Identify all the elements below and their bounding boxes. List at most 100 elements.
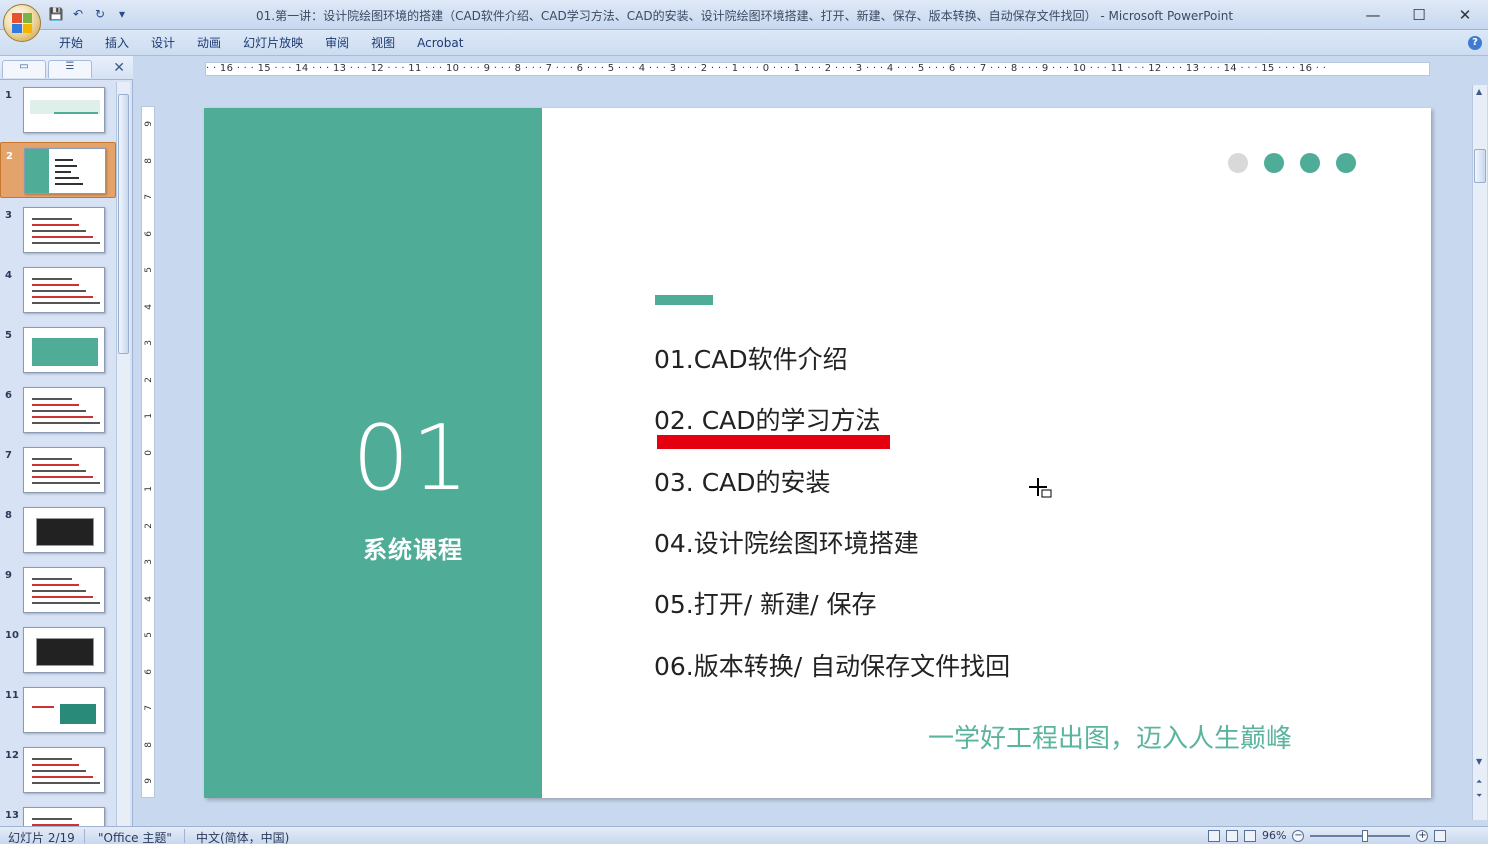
slide-preview xyxy=(23,267,105,313)
previous-slide-icon[interactable]: ⏶ xyxy=(1476,777,1482,787)
ruler-tick-label: 9 xyxy=(144,778,154,784)
close-button[interactable]: ✕ xyxy=(1442,0,1488,30)
ruler-tick-label: 5 xyxy=(144,632,154,638)
minimize-button[interactable]: — xyxy=(1350,0,1396,30)
decorative-dot xyxy=(1264,153,1284,173)
slide-sorter-view-icon[interactable] xyxy=(1226,829,1238,842)
scrollbar-thumb[interactable] xyxy=(1474,149,1486,183)
ribbon-tab[interactable]: 视图 xyxy=(360,35,406,53)
slide-thumbnail[interactable]: 4 xyxy=(0,262,116,318)
slide-preview xyxy=(24,148,106,194)
menu-item-5[interactable]: 05.打开/ 新建/ 保存 xyxy=(654,585,877,621)
scroll-down-icon[interactable]: ▼ xyxy=(1476,757,1482,766)
ruler-tick-label: 6 xyxy=(144,230,154,237)
fit-to-window-icon[interactable] xyxy=(1434,829,1447,842)
slide-thumbnail[interactable]: 3 xyxy=(0,202,116,258)
status-bar: 幻灯片 2/19 "Office 主题" 中文(简体，中国) 96% − + xyxy=(0,826,1488,844)
decorative-dot xyxy=(1300,153,1320,173)
ruler-tick-label: 7 xyxy=(144,705,154,711)
slide-thumbnail[interactable]: 10 xyxy=(0,622,116,678)
menu-item-2[interactable]: 02. CAD的学习方法 xyxy=(654,401,881,437)
ribbon-tab[interactable]: 插入 xyxy=(94,35,140,53)
theme-name[interactable]: "Office 主题" xyxy=(98,829,172,844)
quick-access-toolbar: 💾 ↶ ↻ ▾ xyxy=(48,6,130,22)
zoom-in-icon[interactable]: + xyxy=(1416,829,1429,842)
slide-position: 幻灯片 2/19 xyxy=(8,831,75,844)
slide-number: 7 xyxy=(5,450,12,461)
zoom-slider[interactable] xyxy=(1310,829,1411,842)
next-slide-icon[interactable]: ⏷ xyxy=(1476,791,1482,801)
menu-item-4[interactable]: 04.设计院绘图环境搭建 xyxy=(654,524,919,560)
help-icon[interactable]: ? xyxy=(1468,36,1482,50)
decorative-dot xyxy=(1336,153,1356,173)
slide-thumbnail[interactable]: 7 xyxy=(0,442,116,498)
slide-number: 11 xyxy=(5,690,19,701)
menu-item-6[interactable]: 06.版本转换/ 自动保存文件找回 xyxy=(654,647,1010,683)
ribbon-tab[interactable]: 审阅 xyxy=(314,35,360,53)
divider xyxy=(184,829,185,843)
ribbon-tab[interactable]: 动画 xyxy=(186,35,232,53)
slide-number: 12 xyxy=(5,750,19,761)
ruler-tick-label: 5 xyxy=(144,267,154,273)
menu-item-1[interactable]: 01.CAD软件介绍 xyxy=(654,340,848,376)
slide-thumbnail[interactable]: 9 xyxy=(0,562,116,618)
ruler-tick-label: 7 xyxy=(144,194,154,200)
slide-thumbnail[interactable]: 13 xyxy=(0,802,116,826)
zoom-level[interactable]: 96% xyxy=(1262,829,1286,842)
ribbon-tab[interactable]: 设计 xyxy=(140,35,186,53)
office-button[interactable] xyxy=(3,4,41,42)
slide-thumbnail[interactable]: 8 xyxy=(0,502,116,558)
zoom-out-icon[interactable]: − xyxy=(1292,829,1305,842)
thumbnails-scrollbar[interactable] xyxy=(116,82,130,826)
slide-preview xyxy=(23,87,105,133)
slides-tab[interactable]: ▭ xyxy=(2,60,46,78)
section-label[interactable]: 系统课程 xyxy=(363,530,463,565)
slide-thumbnail[interactable]: 12 xyxy=(0,742,116,798)
ribbon-tab[interactable]: 幻灯片放映 xyxy=(232,35,314,53)
redo-icon[interactable]: ↻ xyxy=(92,6,108,22)
ruler-tick-label: 2 xyxy=(144,376,154,383)
slogan-text[interactable]: 一学好工程出图，迈入人生巅峰 xyxy=(928,718,1292,755)
section-number[interactable]: 01 xyxy=(204,414,619,504)
slide-scrollbar[interactable]: ▲ ▼ ⏶ ⏷ xyxy=(1472,85,1487,820)
slide-number: 1 xyxy=(5,90,12,101)
title-bar: 💾 ↶ ↻ ▾ 01.第一讲：设计院绘图环境的搭建（CAD软件介绍、CAD学习方… xyxy=(0,0,1488,30)
slide-thumbnail[interactable]: 11 xyxy=(0,682,116,738)
menu-item-3[interactable]: 03. CAD的安装 xyxy=(654,463,831,499)
normal-view-icon[interactable] xyxy=(1208,829,1220,842)
slide-number: 8 xyxy=(5,510,12,521)
highlight-underline xyxy=(657,435,890,449)
slide-number: 2 xyxy=(6,151,13,162)
slide-thumbnail[interactable]: 5 xyxy=(0,322,116,378)
scroll-up-icon[interactable]: ▲ xyxy=(1476,87,1482,96)
slide-thumbnail[interactable]: 1 xyxy=(0,82,116,138)
save-icon[interactable]: 💾 xyxy=(48,6,64,22)
slide-preview xyxy=(23,687,105,733)
maximize-button[interactable]: ☐ xyxy=(1396,0,1442,30)
zoom-slider-knob[interactable] xyxy=(1362,829,1369,842)
language[interactable]: 中文(简体，中国) xyxy=(196,829,289,844)
close-pane-icon[interactable]: ✕ xyxy=(113,60,125,76)
slide-canvas[interactable]: 01 系统课程 01.CAD软件介绍 02. CAD的学习方法 03. CAD的… xyxy=(204,108,1431,798)
slide-number: 4 xyxy=(5,270,12,281)
scrollbar-thumb[interactable] xyxy=(118,94,129,354)
slideshow-view-icon[interactable] xyxy=(1244,829,1256,842)
ribbon-tab[interactable]: Acrobat xyxy=(406,35,474,53)
ruler-tick-label: 9 xyxy=(144,121,154,127)
slide-preview xyxy=(23,567,105,613)
ruler-tick-label: 8 xyxy=(144,157,154,164)
undo-icon[interactable]: ↶ xyxy=(70,6,86,22)
slide-thumbnail[interactable]: 2 xyxy=(0,142,116,198)
slide-preview xyxy=(23,447,105,493)
slide-thumbnails: 1 2 3 4 5 6 7 8 9 10 11 12 13 xyxy=(0,82,116,826)
slide-number: 10 xyxy=(5,630,19,641)
customize-qat-icon[interactable]: ▾ xyxy=(114,6,130,22)
ruler-tick-label: 4 xyxy=(144,303,154,310)
outline-tab[interactable]: ☰ xyxy=(48,60,92,78)
slide-preview xyxy=(23,507,105,553)
ribbon-tabs: 开始 插入 设计 动画 幻灯片放映 审阅 视图 Acrobat xyxy=(48,35,474,53)
slide-preview xyxy=(23,327,105,373)
ribbon-tab[interactable]: 开始 xyxy=(48,35,94,53)
slide-thumbnail[interactable]: 6 xyxy=(0,382,116,438)
horizontal-ruler: · · 16 · · · 15 · · · 14 · · · 13 · · · … xyxy=(205,62,1430,76)
